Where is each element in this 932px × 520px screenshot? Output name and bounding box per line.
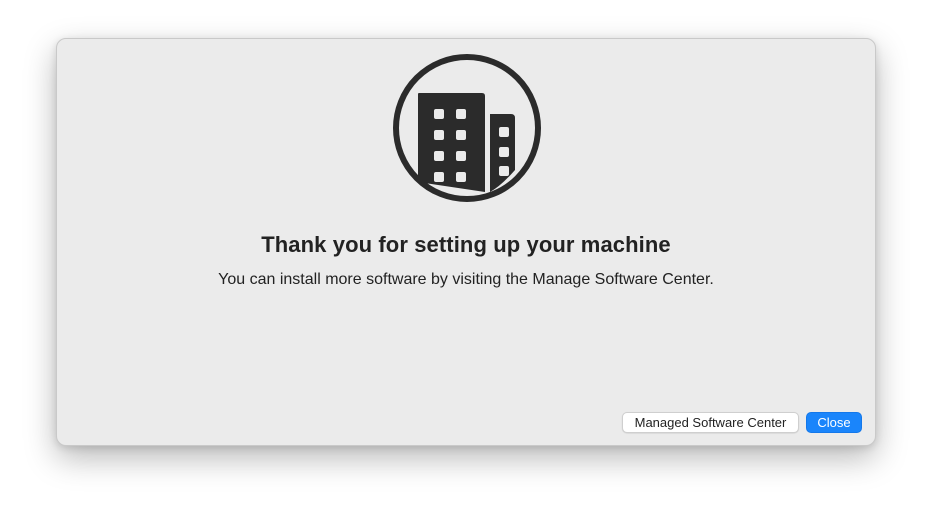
dialog-window: Thank you for setting up your machine Yo… [56, 38, 876, 446]
managed-software-center-button[interactable]: Managed Software Center [622, 412, 799, 433]
office-building-icon [391, 52, 543, 204]
dialog-title: Thank you for setting up your machine [261, 232, 671, 257]
dialog-message: You can install more software by visitin… [218, 271, 714, 288]
close-button[interactable]: Close [806, 412, 862, 433]
